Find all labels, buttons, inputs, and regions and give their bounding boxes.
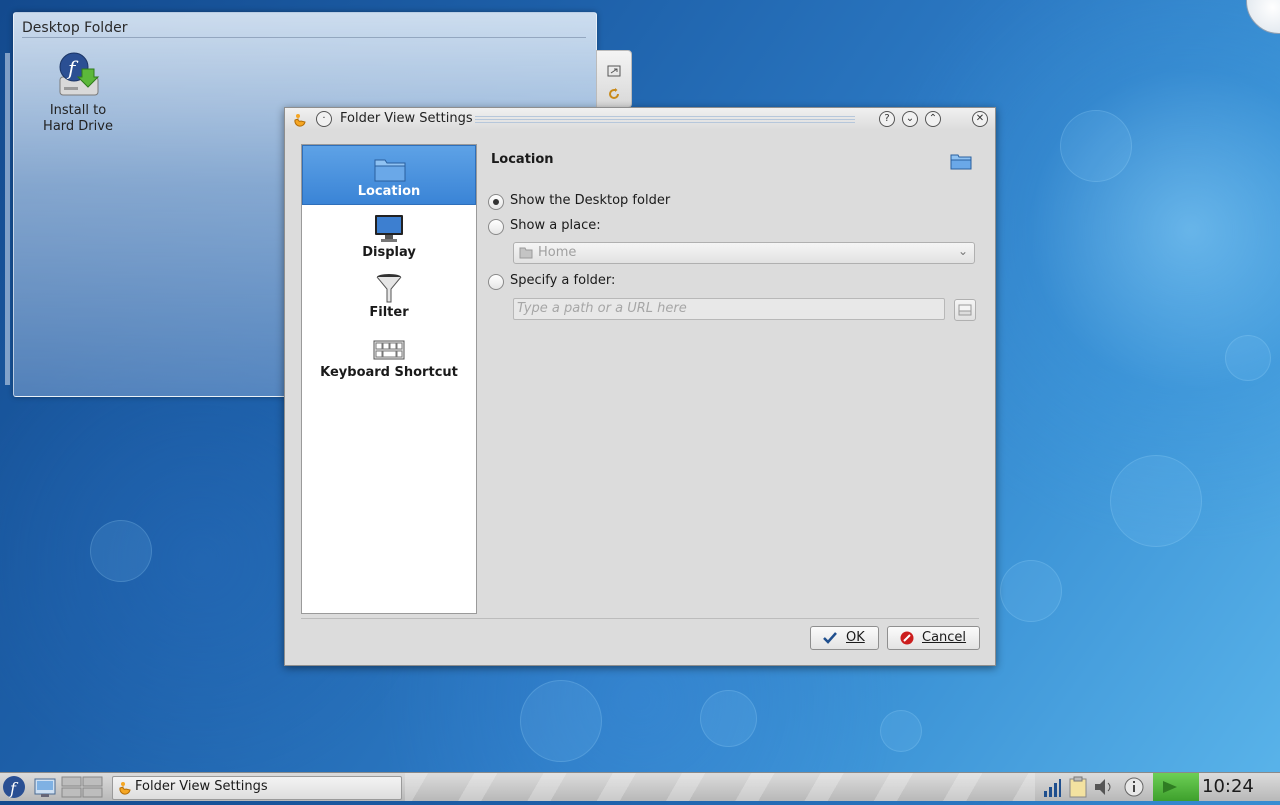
wallpaper-bubble xyxy=(700,690,757,747)
dialog-titlebar[interactable]: · Folder View Settings ? ⌄ ⌃ ✕ xyxy=(285,108,995,130)
arrow-icon xyxy=(1163,781,1177,793)
ok-button-label: OK xyxy=(846,630,865,645)
pager-icon[interactable] xyxy=(61,775,103,799)
wallpaper-bubble xyxy=(1000,560,1062,622)
dialog-title: Folder View Settings xyxy=(340,111,473,126)
cancel-button[interactable]: Cancel xyxy=(887,626,980,650)
cancel-button-label: Cancel xyxy=(922,630,967,645)
app-icon[interactable] xyxy=(292,112,308,132)
resize-icon[interactable] xyxy=(607,64,621,78)
wallpaper-bubble xyxy=(90,520,152,582)
help-icon[interactable]: ? xyxy=(879,111,895,127)
wallpaper-bubble xyxy=(520,680,602,762)
browse-folder-button[interactable] xyxy=(954,299,976,321)
sidebar-item-filter[interactable]: Filter xyxy=(302,265,476,325)
shortcut-label-line2: Hard Drive xyxy=(43,119,113,134)
close-icon[interactable]: ✕ xyxy=(972,111,988,127)
button-separator xyxy=(301,618,979,619)
clock[interactable]: 10:24 xyxy=(1202,776,1254,797)
menu-icon[interactable]: · xyxy=(316,111,332,127)
cancel-icon xyxy=(900,631,914,645)
widget-handle xyxy=(596,50,632,108)
radio-label-show-a-place[interactable]: Show a place: xyxy=(510,218,601,233)
sidebar-item-label: Display xyxy=(362,245,416,260)
sidebar-item-location[interactable]: Location xyxy=(302,145,476,205)
install-to-hard-drive-shortcut[interactable]: f Install to Hard Drive xyxy=(38,51,118,135)
maximize-icon[interactable]: ⌃ xyxy=(925,111,941,127)
sidebar-item-label: Location xyxy=(357,184,421,199)
sidebar-item-display[interactable]: Display xyxy=(302,205,476,265)
taskbar-decoration xyxy=(405,773,1035,801)
network-icon[interactable] xyxy=(1042,775,1062,799)
wallpaper-bubble xyxy=(880,710,922,752)
desktop-toolbox-cashew[interactable] xyxy=(1246,0,1280,34)
widget-edge xyxy=(5,53,10,385)
titlebar-decoration xyxy=(475,116,855,123)
folder-path-input[interactable]: Type a path or a URL here xyxy=(513,298,945,320)
sidebar-item-keyboard-shortcut[interactable]: Keyboard Shortcut xyxy=(302,325,476,385)
title-divider xyxy=(22,37,586,38)
desktop-folder-title: Desktop Folder xyxy=(22,20,128,36)
sidebar-item-label: Keyboard Shortcut xyxy=(320,365,458,380)
checkmark-icon xyxy=(823,631,837,645)
chevron-down-icon: ⌄ xyxy=(957,244,968,258)
folder-path-placeholder: Type a path or a URL here xyxy=(517,301,687,316)
keyboard-icon xyxy=(373,333,405,363)
folder-icon xyxy=(950,153,972,170)
rotate-icon[interactable] xyxy=(607,87,621,101)
browse-icon xyxy=(958,304,972,316)
clipboard-icon[interactable] xyxy=(1067,775,1089,799)
place-dropdown[interactable]: Home ⌄ xyxy=(513,242,975,264)
settings-category-list: Location Display Filter Keyboard Shortcu… xyxy=(301,144,477,614)
radio-show-a-place[interactable] xyxy=(488,219,504,235)
app-icon xyxy=(117,780,133,800)
fedora-menu-icon[interactable]: f xyxy=(2,775,26,799)
wallpaper-bubble xyxy=(1110,455,1202,547)
sidebar-item-label: Filter xyxy=(369,305,409,320)
wallpaper-bubble xyxy=(1225,335,1271,381)
radio-show-desktop-folder[interactable] xyxy=(488,194,504,210)
wallpaper-bubble xyxy=(1060,110,1132,182)
fedora-install-icon: f xyxy=(54,51,102,99)
volume-icon[interactable] xyxy=(1093,775,1115,799)
show-desktop-icon[interactable] xyxy=(33,775,57,799)
home-folder-icon xyxy=(519,247,533,259)
taskbar: f Folder View Settings 10:24 xyxy=(0,772,1280,801)
funnel-icon xyxy=(373,273,405,303)
section-title: Location xyxy=(491,152,554,167)
folder-icon xyxy=(374,154,406,184)
radio-label-show-desktop-folder[interactable]: Show the Desktop folder xyxy=(510,193,670,208)
task-title: Folder View Settings xyxy=(135,779,268,794)
radio-specify-folder[interactable] xyxy=(488,274,504,290)
monitor-icon xyxy=(373,213,405,243)
shortcut-label-line1: Install to xyxy=(49,103,107,118)
place-dropdown-value: Home xyxy=(538,245,577,260)
ok-button[interactable]: OK xyxy=(810,626,879,650)
info-icon[interactable] xyxy=(1123,775,1145,799)
radio-label-specify-folder[interactable]: Specify a folder: xyxy=(510,273,615,288)
notification-area-indicator[interactable] xyxy=(1153,773,1199,801)
taskbar-task-folder-view-settings[interactable]: Folder View Settings xyxy=(112,776,402,800)
minimize-icon[interactable]: ⌄ xyxy=(902,111,918,127)
folder-view-settings-dialog: · Folder View Settings ? ⌄ ⌃ ✕ Location … xyxy=(284,107,996,666)
